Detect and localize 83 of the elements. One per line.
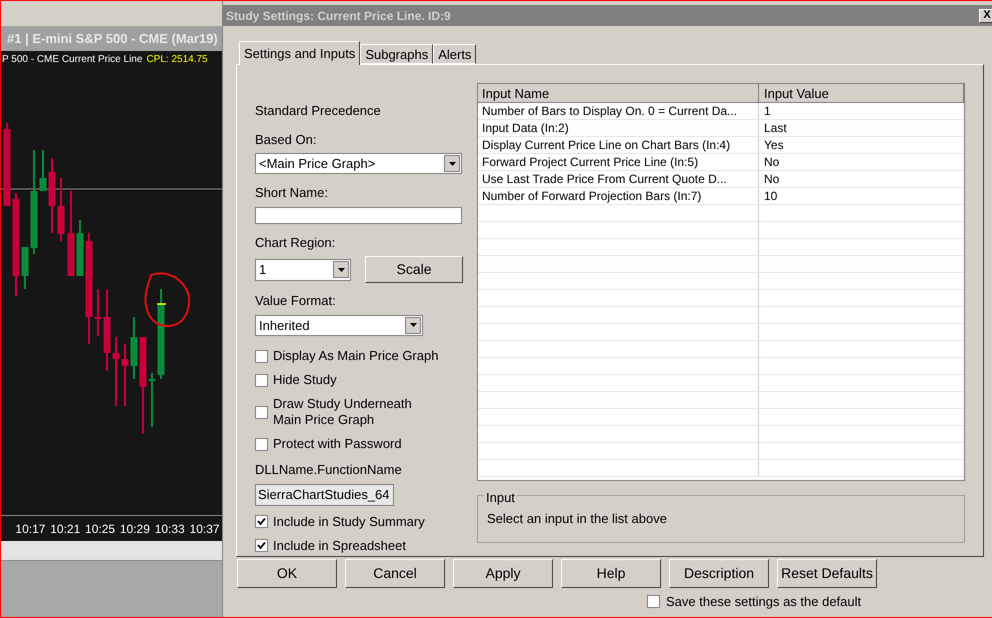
time-label: 10:25 xyxy=(85,520,116,538)
scale-button[interactable]: Scale xyxy=(365,256,463,283)
dropdown-button[interactable] xyxy=(333,261,349,278)
price-label: CPL: 2514.75 xyxy=(146,53,208,67)
table-cell: Display Current Price Line on Chart Bars (In:4) xyxy=(478,137,759,153)
dialog-button[interactable]: Help xyxy=(561,559,661,588)
checkbox-label: Include in Spreadsheet xyxy=(273,538,407,554)
field-label: Value Format: xyxy=(255,292,337,310)
checkbox[interactable] xyxy=(255,406,268,418)
dialog-button[interactable]: Apply xyxy=(453,559,553,588)
candlestick xyxy=(122,344,128,406)
down-arrow-icon xyxy=(410,323,416,328)
tab[interactable]: Alerts xyxy=(433,44,476,64)
candlestick xyxy=(40,150,46,191)
close-button[interactable]: X xyxy=(979,8,992,22)
table-cell: Number of Bars to Display On. 0 = Current Da... xyxy=(478,103,759,119)
table-cell: Forward Project Current Price Line (In:5) xyxy=(478,154,759,170)
dropdown-button[interactable] xyxy=(444,155,460,172)
checkbox-label: Draw Study Underneath Main Price Graph xyxy=(273,396,413,428)
time-label: 10:17 xyxy=(15,520,46,538)
candlestick xyxy=(94,289,102,336)
chart-region-dropdown[interactable]: 1 xyxy=(255,258,351,280)
down-arrow-icon xyxy=(448,162,456,166)
checkbox[interactable] xyxy=(255,515,268,528)
current-price-marker xyxy=(157,303,166,305)
checkbox-label: Hide Study xyxy=(273,372,338,388)
time-label: 10:37 xyxy=(190,520,220,538)
candlestick xyxy=(112,337,120,406)
dialog-button[interactable]: Description xyxy=(669,559,769,588)
checkbox[interactable] xyxy=(255,374,268,386)
candlestick xyxy=(130,317,138,379)
column-header[interactable]: Input Name xyxy=(478,84,759,102)
circle-annotation xyxy=(144,272,190,327)
dll-name-field[interactable]: SierraChartStudies_64 xyxy=(255,484,394,506)
chart-title: #1 | E-mini S&P 500 - CME (Mar19) xyxy=(7,30,218,48)
input-help-text: Select an input in the list above xyxy=(487,511,667,526)
candlestick xyxy=(148,373,156,427)
checkbox-label: Display As Main Price Graph xyxy=(273,348,440,364)
dropdown-value: Inherited xyxy=(259,316,310,334)
checkmark-icon xyxy=(257,517,266,526)
table-cell: Input Data (In:2) xyxy=(478,120,759,136)
table-cell-text: Last xyxy=(763,120,788,136)
study-label: P 500 - CME Current Price Line xyxy=(2,53,142,67)
checkbox-label: Save these settings as the default xyxy=(666,593,862,611)
field-label: Based On: xyxy=(255,130,318,148)
checkbox-label: Include in Study Summary xyxy=(273,514,426,530)
field-label: Chart Region: xyxy=(255,234,336,252)
table-cell: Use Last Trade Price From Current Quote D... xyxy=(478,171,759,187)
checkmark-icon xyxy=(257,541,266,550)
checkbox-label: Protect with Password xyxy=(273,436,403,452)
table-cell-text: Yes xyxy=(763,137,785,153)
table-cell-text: No xyxy=(763,171,780,187)
section-label: Standard Precedence xyxy=(255,102,382,120)
dialog-title: Study Settings: Current Price Line. ID:9 xyxy=(226,8,451,24)
table-cell-text: No xyxy=(763,154,780,170)
candlestick xyxy=(22,247,28,289)
short-name-field[interactable] xyxy=(255,206,462,224)
dialog-button[interactable]: Reset Defaults xyxy=(777,559,877,588)
field-label: DLLName.FunctionName xyxy=(255,461,403,479)
dropdown-value: <Main Price Graph> xyxy=(259,154,376,173)
tab[interactable]: Subgraphs xyxy=(360,44,434,64)
candlestick xyxy=(76,220,84,276)
time-label: 10:21 xyxy=(50,520,80,538)
checkbox[interactable] xyxy=(255,350,268,362)
table-cell-text: 10 xyxy=(763,188,778,204)
time-label: 10:33 xyxy=(154,520,185,538)
checkbox[interactable] xyxy=(647,595,660,608)
value-format-dropdown[interactable]: Inherited xyxy=(255,314,423,336)
dialog-button[interactable]: OK xyxy=(237,559,337,588)
tab[interactable]: Settings and Inputs xyxy=(239,41,360,65)
based-on-dropdown[interactable]: <Main Price Graph> xyxy=(255,153,462,174)
candlestick xyxy=(58,178,64,241)
time-label: 10:29 xyxy=(120,520,150,538)
column-header[interactable]: Input Value xyxy=(759,84,964,102)
down-arrow-icon xyxy=(338,268,344,272)
field-label: Short Name: xyxy=(255,184,329,202)
checkbox[interactable] xyxy=(255,438,268,450)
table-cell-text: 1 xyxy=(763,103,772,119)
dropdown-value: 1 xyxy=(259,260,266,279)
table-cell: Number of Forward Projection Bars (In:7) xyxy=(478,188,759,204)
checkbox[interactable] xyxy=(255,539,268,552)
dropdown-button[interactable] xyxy=(405,316,421,334)
dialog-button[interactable]: Cancel xyxy=(345,559,445,588)
